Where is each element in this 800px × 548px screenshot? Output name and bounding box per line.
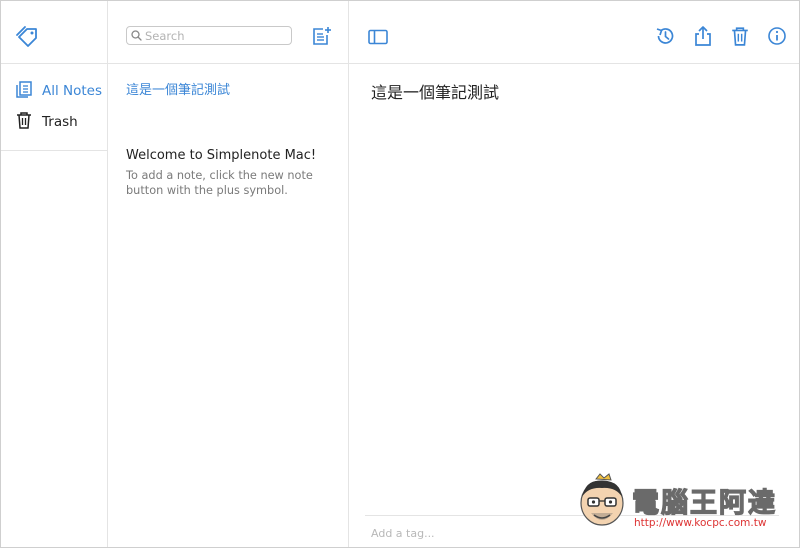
tags-icon[interactable] <box>15 25 41 47</box>
sidebar-nav: All Notes Trash <box>1 64 107 151</box>
watermark-title: 電腦王阿達 <box>631 487 777 519</box>
watermark: 電腦王阿達 http://www.kocpc.com.tw <box>576 473 786 535</box>
add-tag-input[interactable] <box>371 527 571 540</box>
share-icon <box>695 26 711 46</box>
note-title: Welcome to Simplenote Mac! <box>126 148 317 163</box>
history-icon <box>656 28 674 44</box>
sidebar-item-label: All Notes <box>42 83 103 99</box>
editor-toolbar <box>349 1 799 64</box>
sidebar-item-trash[interactable]: Trash <box>15 111 78 133</box>
sidebar-toggle-icon <box>368 29 388 45</box>
trash-icon <box>15 111 33 133</box>
app-window: All Notes Trash Search 這是一個筆記測試 Welcome … <box>0 0 800 548</box>
note-list-header <box>108 1 348 64</box>
watermark-mascot-icon <box>580 473 624 526</box>
notes-icon <box>15 80 33 102</box>
info-button[interactable] <box>766 25 788 47</box>
note-title: 這是一個筆記測試 <box>126 83 231 98</box>
note-list-item[interactable]: 這是一個筆記測試 <box>126 82 336 99</box>
note-list: 這是一個筆記測試 Welcome to Simplenote Mac! To a… <box>108 1 349 547</box>
note-editor-content[interactable]: 這是一個筆記測試 <box>371 79 499 103</box>
new-note-button[interactable] <box>311 25 333 47</box>
search-icon <box>131 26 142 45</box>
note-list-item[interactable]: Welcome to Simplenote Mac! To add a note… <box>126 147 336 198</box>
trash-icon <box>732 27 748 46</box>
toggle-sidebar-button[interactable] <box>367 26 389 48</box>
info-icon <box>768 27 786 45</box>
editor: 這是一個筆記測試 <box>349 1 799 547</box>
new-note-icon <box>313 27 331 45</box>
search-field[interactable] <box>126 26 292 45</box>
sidebar: All Notes Trash <box>1 1 108 547</box>
history-button[interactable] <box>654 25 676 47</box>
sidebar-item-label: Trash <box>42 114 78 130</box>
note-preview: To add a note, click the new note button… <box>126 169 313 197</box>
sidebar-item-all-notes[interactable]: All Notes <box>15 80 102 102</box>
watermark-url: http://www.kocpc.com.tw <box>634 517 767 529</box>
share-button[interactable] <box>692 25 714 47</box>
search-input[interactable] <box>145 28 285 43</box>
sidebar-header <box>1 1 107 64</box>
delete-note-button[interactable] <box>729 25 751 47</box>
